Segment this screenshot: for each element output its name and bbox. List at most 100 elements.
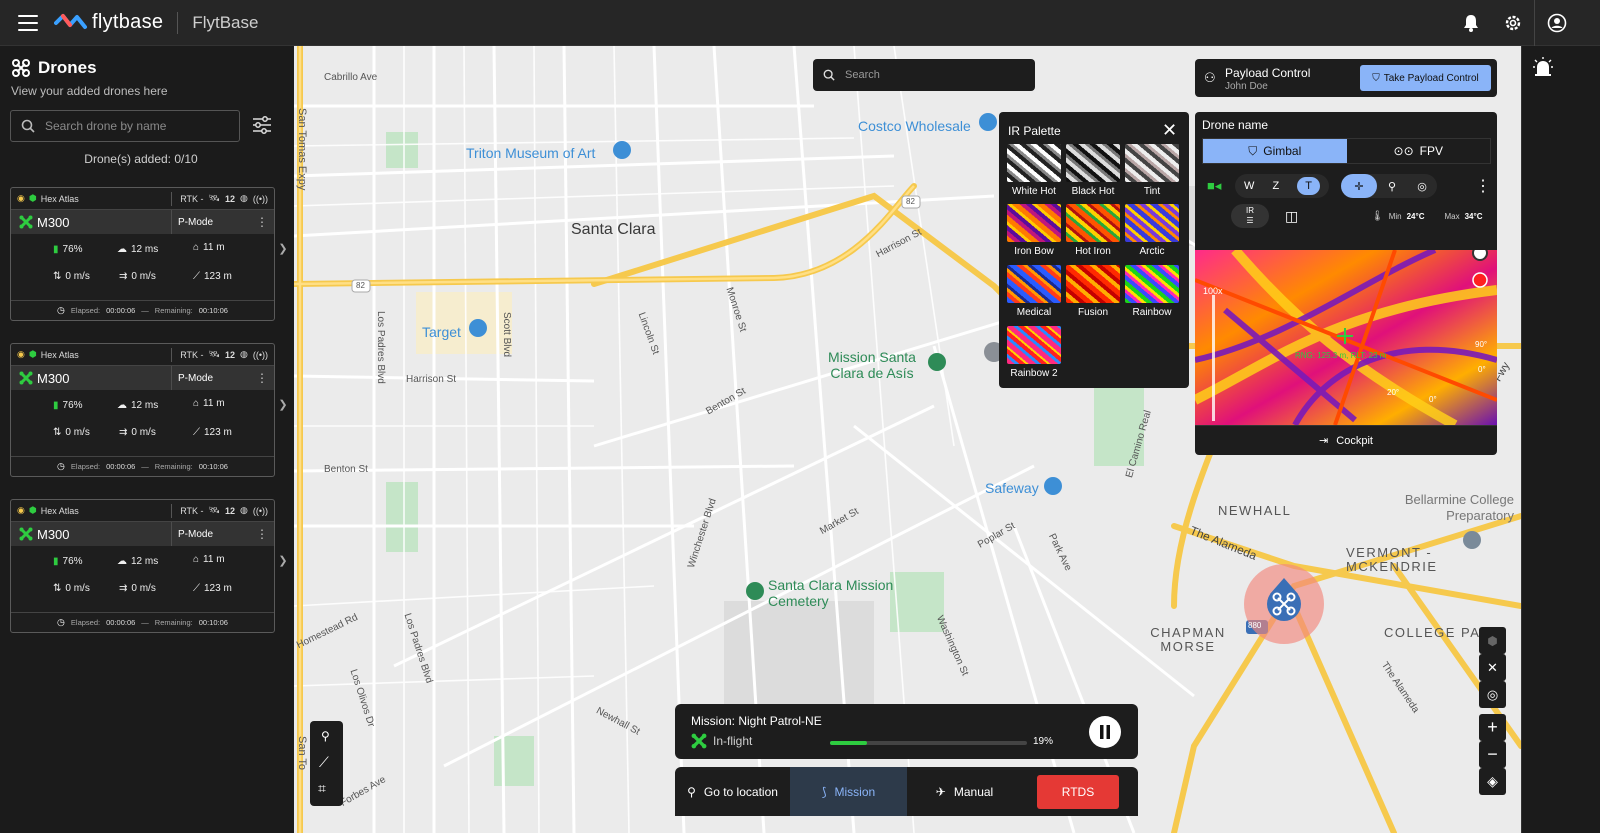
rtds-button[interactable]: RTDS [1037,775,1119,809]
horizontal-speed-value: 0 m/s [131,583,156,594]
account-icon[interactable] [1535,0,1579,46]
satellite-count: 12 [224,505,235,516]
drone-stats: ▮ 76% ☁ 12 ms ⌂ 11 m ⇅ 0 m/s ⇉ 0 m/s ⟋ 123 m [11,390,274,452]
drone-card[interactable]: ◉ ⬢ Hex Atlas RTK - 🛰 12 ◍ ((•)) M300 P-Mode ⋮… [10,343,275,477]
signal-icon: ◉ [17,193,25,203]
ir-palette-title: IR Palette [1008,124,1061,138]
broadcast-icon: ((•)) [252,349,268,360]
thermal-camera-feed[interactable]: 100x RNG: 125.3 m, RLT: 23 m 90° 0° 20° … [1195,250,1497,425]
manual-button[interactable]: ✈ Manual [907,767,1022,816]
palette-label: Medical [1016,307,1052,318]
palette-medical[interactable]: Medical [1007,265,1061,318]
sidebar-subtitle: View your added drones here [11,84,168,98]
clock-icon: ◷ [57,617,65,627]
map-label: San Tomas Expy [296,108,308,191]
zoom-zoom-button[interactable]: Z [1272,180,1279,192]
drone-center-icon[interactable]: ✕ [1479,654,1506,681]
map-label: Triton Museum of Art [466,145,596,161]
drone-card-header: ◉ ⬢ Hex Atlas RTK - 🛰 12 ◍ ((•)) [11,344,274,366]
take-payload-control-button[interactable]: ⛉ Take Payload Control [1360,65,1491,91]
line-tool-icon[interactable]: ⟋ [319,754,329,771]
bell-icon[interactable] [1450,0,1492,46]
satellite-icon: 🛰 [208,349,220,359]
more-options-icon[interactable]: ⋮ [256,371,268,385]
drone-icon [12,59,30,77]
chevron-right-icon[interactable]: ❯ [276,237,290,259]
tab-gimbal[interactable]: ⛉ Gimbal [1203,139,1347,163]
globe-icon: ◍ [240,193,248,203]
mission-progress-bar [830,741,1027,745]
palette-label: Hot Iron [1075,246,1111,257]
gimbal-icon: ⛉ [1248,143,1258,158]
gear-icon[interactable] [1492,0,1534,46]
mission-button[interactable]: ⟆ Mission [790,767,907,816]
palette-rainbow[interactable]: Rainbow [1125,265,1179,318]
palette-tint[interactable]: Tint [1125,144,1179,197]
split-view-icon[interactable]: ◫ [1285,208,1298,225]
satellite-count: 12 [224,349,235,360]
more-options-icon[interactable]: ⋮ [1475,176,1491,196]
drone-search-input[interactable]: Search drone by name [10,110,240,142]
drone-card[interactable]: ◉ ⬢ Hex Atlas RTK - 🛰 12 ◍ ((•)) M300 P-Mode ⋮… [10,499,275,633]
more-options-icon[interactable]: ⋮ [256,527,268,541]
drone-group: Hex Atlas [40,505,79,516]
chevron-right-icon[interactable]: ❯ [276,549,290,571]
palette-white-hot[interactable]: White Hot [1007,144,1061,197]
map-search-input[interactable]: Search [813,59,1035,91]
palette-fusion[interactable]: Fusion [1066,265,1120,318]
alarm-light-icon[interactable] [1532,56,1554,78]
flight-timer: ◷ Elapsed: 00:00:06 — Remaining: 00:10:06 [11,456,274,476]
payload-user: John Doe [1225,81,1268,92]
palette-hot-iron[interactable]: Hot Iron [1066,204,1120,257]
palette-arctic[interactable]: Arctic [1125,204,1179,257]
top-bar: flytbase FlytBase [0,0,1600,46]
chevron-right-icon[interactable]: ❯ [276,393,290,415]
drone-icon [691,733,707,749]
more-options-icon[interactable]: ⋮ [256,215,268,229]
cockpit-button[interactable]: ⇥ Cockpit [1195,425,1497,455]
drone-card[interactable]: ◉ ⬢ Hex Atlas RTK - 🛰 12 ◍ ((•)) M300 P-Mode ⋮… [10,187,275,321]
yaw-left-readout: 20° [1387,388,1400,397]
group-icon: ⬢ [28,505,37,515]
brand-logo[interactable]: flytbase [54,11,163,34]
map-label: Santa Clara Mission Cemetery [768,577,894,609]
marker-tool-icon[interactable]: ⚲ [321,729,330,743]
hamburger-icon[interactable] [18,14,38,31]
rtk-status: RTK - [180,349,204,360]
close-icon[interactable]: ✕ [1162,120,1177,141]
ir-settings-button[interactable]: IR ☰ [1231,204,1269,228]
go-to-location-button[interactable]: ⚲ Go to location [675,767,790,816]
layers-icon[interactable]: ◈ [1479,768,1506,795]
satellite-icon: 🛰 [208,193,220,203]
tab-fpv[interactable]: ⊙⊙ FPV [1347,139,1491,163]
battery-value: 76% [62,556,83,567]
drone-card-title: M300 P-Mode ⋮ [11,210,274,234]
video-camera-icon[interactable]: ■◂ [1207,178,1221,194]
pin-icon[interactable]: ⚲ [1377,180,1407,193]
palette-iron-bow[interactable]: Iron Bow [1007,204,1061,257]
recenter-icon[interactable]: ◎ [1479,681,1506,708]
palette-label: Rainbow 2 [1010,368,1058,379]
elapsed-time: 00:00:06 [106,618,136,627]
zoom-in-button[interactable]: + [1479,714,1506,741]
filter-icon[interactable] [252,116,272,139]
horizontal-speed-icon: ⇉ [119,271,128,282]
palette-black-hot[interactable]: Black Hot [1066,144,1120,197]
timer-separator: — [141,462,149,471]
crop-tool-icon[interactable]: ⌗ [318,780,326,797]
palette-rainbow-2[interactable]: Rainbow 2 [1007,326,1061,379]
zoom-wide-button[interactable]: W [1244,180,1254,192]
group-icon: ⬢ [28,193,37,203]
crosshair-icon[interactable]: ✛ [1341,174,1377,198]
cube-icon[interactable]: ⬢ [1479,627,1506,654]
flight-mode: P-Mode [171,366,256,390]
pause-button[interactable] [1089,716,1121,748]
zoom-tele-button[interactable]: T [1297,177,1320,195]
satellite-count: 12 [224,193,235,204]
zoom-out-button[interactable]: − [1479,741,1506,768]
palette-label: Rainbow [1132,307,1172,318]
broadcast-icon: ((•)) [252,193,268,204]
cloud-icon: ☁ [117,556,127,567]
person-icon: ⚇ [1204,70,1216,85]
location-icon[interactable]: ◎ [1407,180,1437,193]
